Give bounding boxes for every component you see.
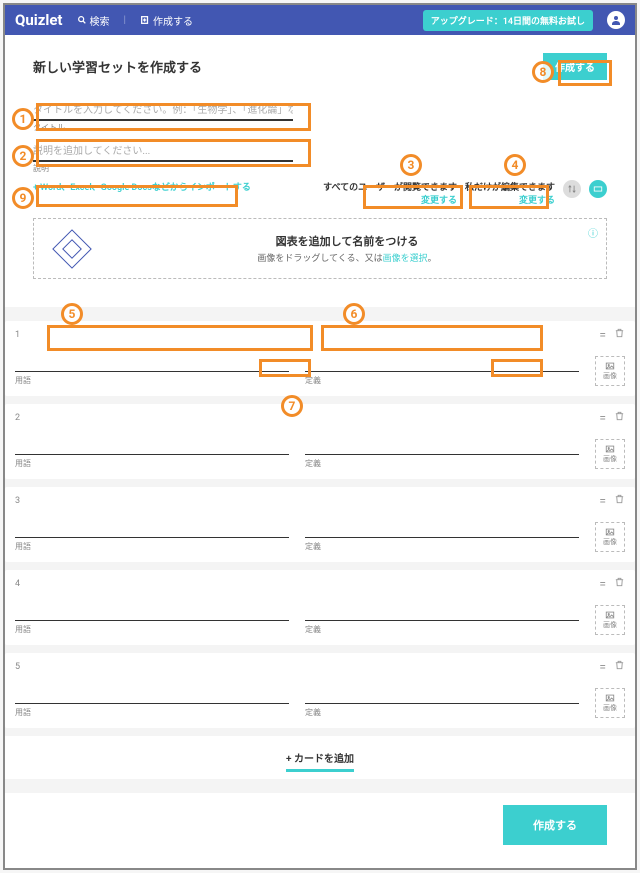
visibility-view-change[interactable]: 変更する	[323, 193, 457, 206]
image-dropzone[interactable]: 画像	[595, 605, 625, 635]
visibility-edit-title: 私だけが編集できます	[465, 180, 555, 193]
diagram-subtitle: 画像をドラッグしてくる、又は画像を選択。	[102, 251, 592, 264]
upgrade-button[interactable]: アップグレード：14日間の無料お試し	[423, 10, 593, 31]
create-button-top[interactable]: 作成する	[543, 53, 607, 80]
term-label: 用語	[15, 541, 289, 552]
definition-input[interactable]	[305, 354, 579, 372]
keyboard-button[interactable]	[589, 180, 607, 198]
card-number: 1	[15, 330, 591, 340]
search-label: 検索	[90, 13, 110, 28]
search-icon	[77, 15, 87, 25]
top-nav: Quizlet 検索 | 作成する アップグレード：14日間の無料お試し	[5, 5, 635, 35]
import-link[interactable]: + Word、Excel、Google Docsなどからインポートする	[33, 180, 251, 193]
delete-icon[interactable]	[614, 576, 625, 591]
info-icon[interactable]: ⓘ	[588, 225, 598, 240]
visibility-view-title: すべてのユーザーが閲覧できます	[323, 180, 457, 193]
keyboard-icon	[593, 184, 603, 194]
definition-label: 定義	[305, 707, 579, 718]
card-row: 1 = 用語 定義 画像	[5, 321, 635, 396]
title-label: タイトル	[33, 122, 607, 133]
create-label: 作成する	[153, 13, 193, 28]
avatar[interactable]	[607, 11, 625, 29]
cards-area: 1=用語定義画像2=用語定義画像3=用語定義画像4=用語定義画像5=用語定義画像…	[3, 307, 637, 793]
card-row: 3 = 用語 定義 画像	[5, 487, 635, 562]
image-icon	[604, 610, 616, 620]
swap-icon	[567, 184, 577, 194]
card-number: 3	[15, 496, 591, 506]
delete-icon[interactable]	[614, 659, 625, 674]
visibility-edit: 私だけが編集できます 変更する	[465, 180, 555, 206]
definition-input[interactable]	[305, 603, 579, 621]
visibility-view: すべてのユーザーが閲覧できます 変更する	[323, 180, 457, 206]
term-input[interactable]	[15, 686, 289, 704]
delete-icon[interactable]	[614, 410, 625, 425]
search-link[interactable]: 検索	[77, 13, 110, 28]
image-dropzone[interactable]: 画像	[595, 439, 625, 469]
definition-input[interactable]	[305, 686, 579, 704]
diagram-title: 図表を追加して名前をつける	[102, 233, 592, 249]
brand-logo[interactable]: Quizlet	[15, 11, 63, 29]
term-input[interactable]	[15, 354, 289, 372]
avatar-icon	[610, 14, 622, 26]
card-number: 5	[15, 662, 591, 672]
diagram-dropzone[interactable]: ⓘ 図表を追加して名前をつける 画像をドラッグしてくる、又は画像を選択。	[33, 218, 607, 279]
delete-icon[interactable]	[614, 493, 625, 508]
definition-label: 定義	[305, 541, 579, 552]
image-dropzone[interactable]: 画像	[595, 688, 625, 718]
diagram-icon	[52, 229, 92, 269]
page-title: 新しい学習セットを作成する	[33, 57, 202, 76]
definition-label: 定義	[305, 458, 579, 469]
card-number: 2	[15, 413, 591, 423]
definition-label: 定義	[305, 624, 579, 635]
drag-icon[interactable]: =	[599, 660, 606, 674]
title-input[interactable]	[33, 102, 293, 121]
delete-icon[interactable]	[614, 327, 625, 342]
visibility-edit-change[interactable]: 変更する	[465, 193, 555, 206]
image-icon	[604, 361, 616, 371]
create-button-bottom[interactable]: 作成する	[503, 805, 607, 845]
definition-input[interactable]	[305, 437, 579, 455]
term-label: 用語	[15, 458, 289, 469]
drag-icon[interactable]: =	[599, 494, 606, 508]
term-label: 用語	[15, 375, 289, 386]
add-card-button[interactable]: + カードを追加	[5, 736, 635, 779]
term-input[interactable]	[15, 520, 289, 538]
description-label: 説明	[33, 163, 607, 174]
drag-icon[interactable]: =	[599, 328, 606, 342]
description-input[interactable]	[33, 143, 293, 162]
select-image-link[interactable]: 画像を選択	[383, 254, 428, 264]
image-dropzone[interactable]: 画像	[595, 522, 625, 552]
add-card-label: + カードを追加	[286, 754, 354, 772]
separator: |	[124, 15, 126, 26]
term-label: 用語	[15, 707, 289, 718]
create-icon	[140, 15, 150, 25]
image-icon	[604, 527, 616, 537]
definition-input[interactable]	[305, 520, 579, 538]
term-input[interactable]	[15, 437, 289, 455]
drag-icon[interactable]: =	[599, 577, 606, 591]
create-link[interactable]: 作成する	[140, 13, 193, 28]
term-input[interactable]	[15, 603, 289, 621]
image-icon	[604, 444, 616, 454]
image-dropzone[interactable]: 画像	[595, 356, 625, 386]
card-row: 4 = 用語 定義 画像	[5, 570, 635, 645]
swap-button[interactable]	[563, 180, 581, 198]
term-label: 用語	[15, 624, 289, 635]
card-row: 2 = 用語 定義 画像	[5, 404, 635, 479]
card-row: 5 = 用語 定義 画像	[5, 653, 635, 728]
card-number: 4	[15, 579, 591, 589]
definition-label: 定義	[305, 375, 579, 386]
image-icon	[604, 693, 616, 703]
drag-icon[interactable]: =	[599, 411, 606, 425]
